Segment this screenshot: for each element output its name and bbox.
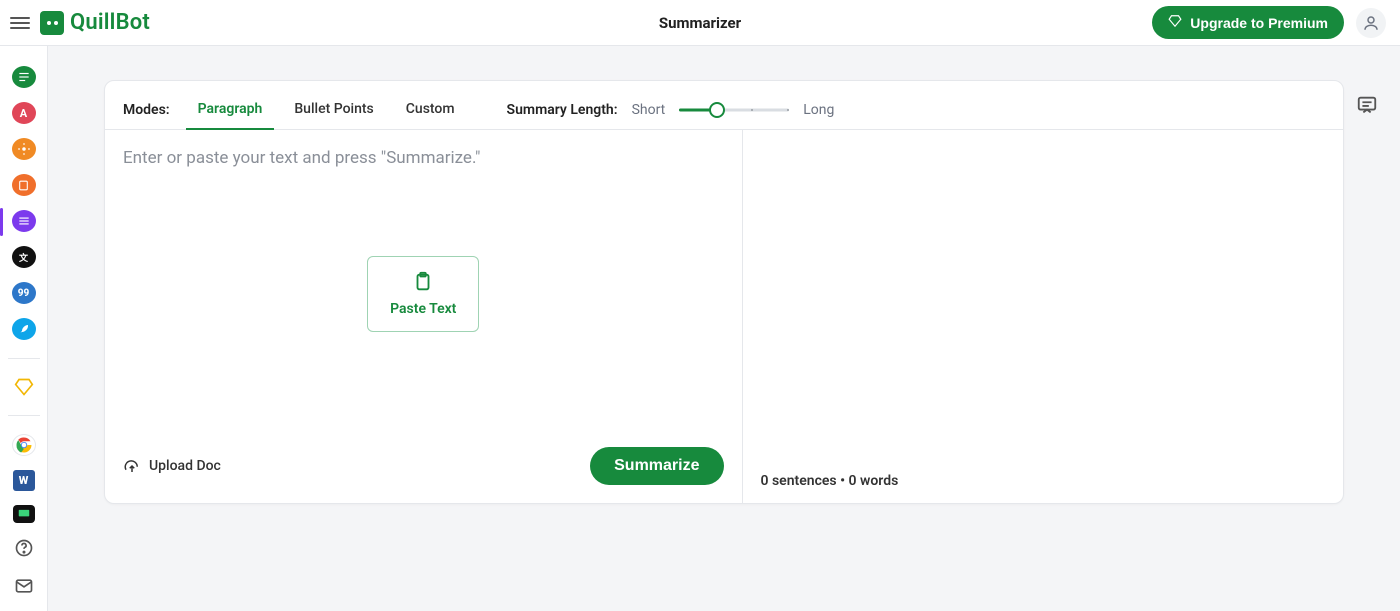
card-body: Enter or paste your text and press "Summ… [105, 130, 1343, 503]
diamond-icon [1168, 14, 1182, 31]
sidebar-item-flow[interactable] [12, 318, 36, 340]
sidebar-item-plagiarism[interactable] [12, 138, 36, 160]
tab-paragraph[interactable]: Paragraph [192, 91, 269, 129]
modes-label: Modes: [123, 102, 170, 118]
summary-length-short: Short [632, 102, 666, 118]
feedback-button[interactable] [1356, 94, 1378, 120]
translator-icon: 文 [19, 251, 28, 264]
tab-bullet-points[interactable]: Bullet Points [288, 91, 379, 129]
upgrade-label: Upgrade to Premium [1190, 15, 1328, 31]
sidebar-separator-2 [8, 415, 40, 416]
paste-text-button[interactable]: Paste Text [367, 256, 479, 332]
sidebar-bottom [13, 537, 35, 597]
word-icon: W [19, 474, 29, 487]
topbar: QuillBot Summarizer Upgrade to Premium [0, 0, 1400, 46]
upgrade-premium-button[interactable]: Upgrade to Premium [1152, 6, 1344, 39]
citation-icon: 99 [18, 288, 30, 299]
upload-doc-button[interactable]: Upload Doc [123, 457, 221, 475]
summarizer-card: Modes: Paragraph Bullet Points Custom Su… [104, 80, 1344, 504]
page-title: Summarizer [659, 14, 741, 32]
feedback-icon [1356, 94, 1378, 116]
card-header: Modes: Paragraph Bullet Points Custom Su… [105, 81, 1343, 130]
output-stats: 0 sentences • 0 words [743, 459, 1344, 503]
summarize-button[interactable]: Summarize [590, 447, 723, 485]
input-footer: Upload Doc Summarize [123, 437, 724, 485]
sidebar-item-cowriter[interactable] [12, 174, 36, 196]
doc-icon [17, 179, 30, 192]
sidebar-contact-button[interactable] [13, 575, 35, 597]
sidebar-item-grammar[interactable]: A [12, 102, 36, 124]
clipboard-icon [412, 271, 434, 293]
summary-length-group: Summary Length: Short Long [507, 100, 835, 120]
feather-icon [18, 323, 30, 335]
logo-mark-icon [40, 11, 64, 35]
paste-text-label: Paste Text [390, 301, 456, 317]
chrome-icon [15, 436, 33, 454]
output-area [743, 130, 1344, 459]
slider-thumb[interactable] [709, 102, 725, 118]
stats-sep: • [837, 473, 849, 489]
sidebar-app-desktop[interactable] [13, 505, 35, 523]
sentence-suffix: sentences [769, 473, 837, 489]
input-placeholder[interactable]: Enter or paste your text and press "Summ… [123, 148, 724, 168]
monitor-icon [17, 507, 31, 521]
summary-length-label: Summary Length: [507, 102, 618, 118]
sidebar-item-summarizer[interactable] [12, 210, 36, 232]
summary-length-long: Long [803, 102, 834, 118]
summary-length-slider[interactable] [679, 100, 789, 120]
topbar-right: Upgrade to Premium [1152, 6, 1386, 39]
menu-toggle-button[interactable] [10, 13, 30, 33]
topbar-left: QuillBot [10, 10, 150, 35]
sidebar-item-premium[interactable] [13, 377, 35, 397]
user-icon [1362, 14, 1380, 32]
account-avatar-button[interactable] [1356, 8, 1386, 38]
sentence-count: 0 [761, 473, 769, 489]
paraphraser-icon [17, 70, 31, 84]
layout: A 文 99 [0, 46, 1400, 611]
main-area: Modes: Paragraph Bullet Points Custom Su… [48, 46, 1400, 611]
tab-custom[interactable]: Custom [400, 91, 461, 129]
help-icon [14, 538, 34, 558]
sidebar-help-button[interactable] [13, 537, 35, 559]
sidebar-app-chrome[interactable] [12, 434, 36, 456]
sidebar-item-translator[interactable]: 文 [12, 246, 36, 268]
word-count: 0 [849, 473, 857, 489]
summarizer-icon [17, 214, 31, 228]
sidebar-item-paraphraser[interactable] [12, 66, 36, 88]
upload-icon [123, 457, 141, 475]
upload-doc-label: Upload Doc [149, 458, 221, 474]
sidebar: A 文 99 [0, 46, 48, 611]
target-icon [17, 142, 31, 156]
mail-icon [14, 576, 34, 596]
sidebar-app-word[interactable]: W [13, 470, 35, 490]
premium-diamond-icon [14, 377, 34, 397]
sidebar-separator [8, 358, 40, 359]
sidebar-item-citation[interactable]: 99 [12, 282, 36, 304]
output-pane: 0 sentences • 0 words [743, 130, 1344, 503]
brand-logo[interactable]: QuillBot [40, 10, 150, 35]
word-suffix: words [857, 473, 899, 489]
grammar-icon: A [20, 107, 27, 120]
input-pane: Enter or paste your text and press "Summ… [105, 130, 742, 503]
brand-name: QuillBot [70, 10, 150, 35]
